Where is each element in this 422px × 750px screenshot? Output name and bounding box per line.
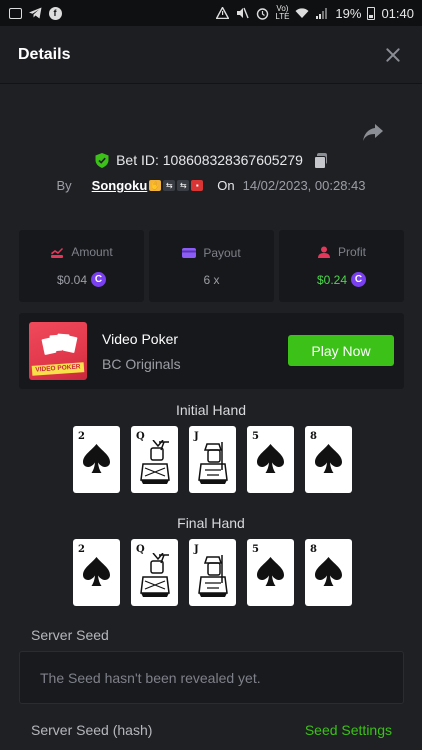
battery-percent: 19% bbox=[335, 5, 362, 21]
playing-card: 8 bbox=[305, 426, 352, 493]
payout-icon bbox=[182, 247, 197, 258]
copy-icon[interactable] bbox=[313, 153, 327, 169]
spade-icon bbox=[257, 444, 284, 473]
details-header: Details bbox=[0, 26, 422, 84]
bet-author-row: By Songoku ✋ ⇆ ⇆ ▪ On 14/02/2023, 00:28:… bbox=[0, 178, 422, 193]
by-label: By bbox=[56, 178, 72, 193]
initial-hand-label: Initial Hand bbox=[175, 402, 247, 418]
status-bar: f Vo) LTE 19% 01:40 bbox=[0, 0, 422, 26]
alarm-icon bbox=[255, 6, 269, 20]
stat-payout-value: 6 x bbox=[203, 272, 220, 287]
queen-face-icon bbox=[140, 440, 170, 484]
page-title: Details bbox=[18, 45, 71, 63]
spade-icon bbox=[83, 557, 110, 586]
playing-card: 8 bbox=[305, 539, 352, 606]
arrows-badge-icon: ⇆ bbox=[163, 180, 176, 191]
game-name: Video Poker bbox=[102, 330, 179, 347]
thumbnail-cards-icon bbox=[41, 333, 78, 358]
battery-icon bbox=[367, 6, 376, 20]
close-icon[interactable] bbox=[382, 44, 404, 66]
mute-icon bbox=[235, 6, 249, 20]
seed-settings-link[interactable]: Seed Settings bbox=[305, 722, 392, 738]
queen-face-icon bbox=[140, 553, 170, 597]
share-icon[interactable] bbox=[362, 122, 384, 142]
bet-date: 14/02/2023, 00:28:43 bbox=[242, 178, 366, 193]
bet-details-panel: Bet ID: 108608328367605279 By Songoku ✋ … bbox=[0, 84, 422, 750]
stat-profit-label: Profit bbox=[337, 245, 366, 259]
thumbnail-label: VIDEO POKER bbox=[31, 362, 85, 376]
signal-icon bbox=[315, 6, 329, 20]
server-seed-field: The Seed hasn't been revealed yet. bbox=[19, 651, 404, 704]
bet-stats: Amount $0.04 C Payout 6 x Profit $0.24 C bbox=[19, 230, 404, 302]
profit-icon bbox=[317, 246, 330, 258]
stat-payout-label: Payout bbox=[203, 245, 241, 260]
spade-icon bbox=[315, 444, 342, 473]
status-bar-left: f bbox=[8, 6, 62, 20]
game-card: VIDEO POKER Video Poker BC Originals Pla… bbox=[19, 313, 404, 389]
jack-face-icon bbox=[198, 442, 228, 484]
jack-face-icon bbox=[198, 555, 228, 597]
playing-card: J bbox=[189, 426, 236, 493]
clock: 01:40 bbox=[381, 5, 414, 21]
video-poker-thumbnail[interactable]: VIDEO POKER bbox=[29, 322, 87, 380]
coin-icon: C bbox=[351, 272, 367, 287]
stat-payout: Payout 6 x bbox=[149, 230, 274, 302]
server-seed-hash-label: Server Seed (hash) bbox=[31, 722, 153, 738]
stat-amount: Amount $0.04 C bbox=[19, 230, 144, 302]
bet-id-row: Bet ID: 108608328367605279 bbox=[0, 152, 422, 169]
final-hand: 2 Q J 5 8 bbox=[73, 539, 352, 606]
stat-amount-label: Amount bbox=[71, 245, 113, 259]
final-hand-label: Final Hand bbox=[177, 515, 245, 531]
initial-hand: 2 Q J 5 8 bbox=[73, 426, 352, 493]
sos-badge-icon: ▪ bbox=[191, 180, 204, 191]
facebook-icon: f bbox=[48, 6, 62, 20]
amount-icon bbox=[51, 248, 64, 258]
spade-icon bbox=[315, 557, 342, 586]
shield-icon bbox=[95, 152, 109, 168]
playing-card: 2 bbox=[73, 539, 120, 606]
playing-card: Q bbox=[131, 539, 178, 606]
gallery-icon bbox=[8, 6, 22, 20]
bet-id: Bet ID: 108608328367605279 bbox=[116, 152, 303, 168]
coin-icon: C bbox=[91, 272, 107, 287]
spade-icon bbox=[83, 444, 110, 473]
hand-emoji-icon: ✋ bbox=[149, 180, 162, 191]
status-bar-right: Vo) LTE 19% 01:40 bbox=[215, 4, 414, 21]
spade-icon bbox=[257, 557, 284, 586]
stat-profit-value: $0.24 bbox=[316, 272, 348, 287]
stat-profit: Profit $0.24 C bbox=[279, 230, 404, 302]
user-badges: ✋ ⇆ ⇆ ▪ bbox=[149, 180, 204, 191]
playing-card: Q bbox=[131, 426, 178, 493]
play-now-button[interactable]: Play Now bbox=[288, 335, 394, 366]
arrows-badge-icon: ⇆ bbox=[177, 180, 190, 191]
wifi-icon bbox=[295, 6, 309, 20]
playing-card: J bbox=[189, 539, 236, 606]
playing-card: 5 bbox=[247, 426, 294, 493]
on-label: On bbox=[217, 178, 235, 193]
playing-card: 5 bbox=[247, 539, 294, 606]
server-seed-label: Server Seed bbox=[31, 627, 109, 643]
telegram-icon bbox=[28, 6, 42, 20]
playing-card: 2 bbox=[73, 426, 120, 493]
stat-amount-value: $0.04 bbox=[56, 272, 88, 287]
game-provider: BC Originals bbox=[102, 355, 181, 372]
username-link[interactable]: Songoku bbox=[92, 178, 148, 193]
alert-icon bbox=[215, 6, 229, 20]
volte-indicator: Vo) LTE bbox=[275, 4, 290, 21]
